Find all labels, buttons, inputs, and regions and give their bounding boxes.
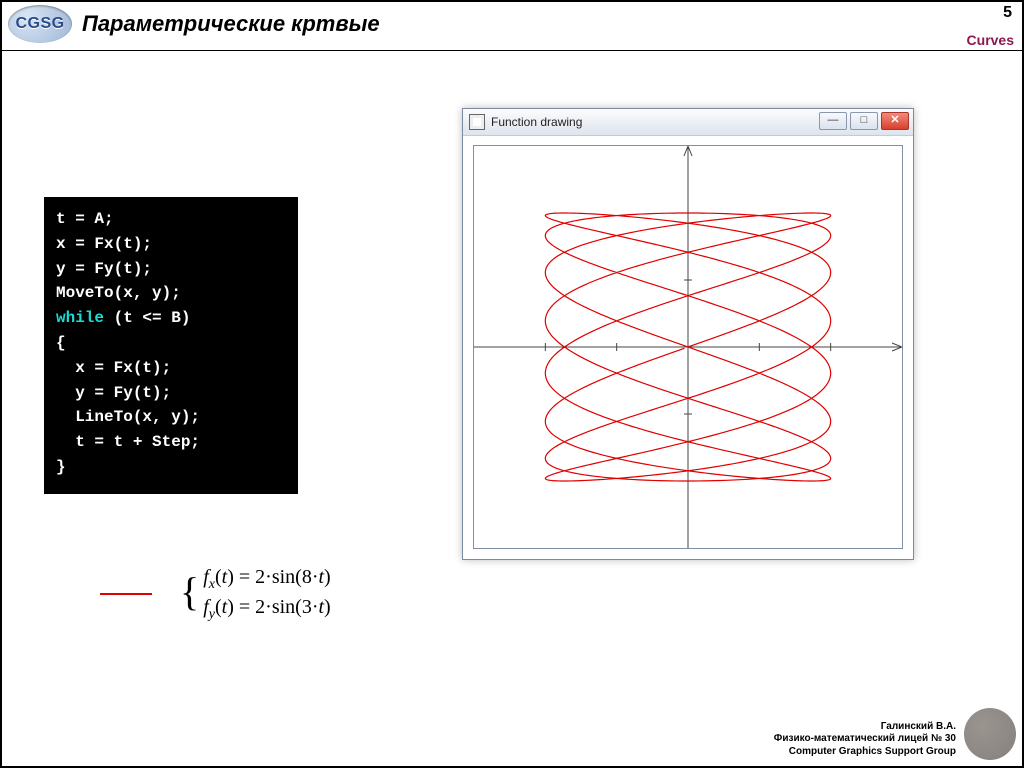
logo-cgsg: CGSG (8, 5, 72, 43)
plot-area (473, 145, 903, 549)
header: CGSG Параметрические кртвые 5 Curves (2, 2, 1022, 51)
formula-area: { fx(t) = 2·sin(8·t) fy(t) = 2·sin(3·t) (100, 564, 331, 624)
window-buttons: — □ ✕ (819, 112, 909, 130)
code-line: MoveTo(x, y); (56, 284, 181, 302)
page-number: 5 (1003, 4, 1012, 22)
close-button[interactable]: ✕ (881, 112, 909, 130)
page-title: Параметрические кртвые (82, 11, 380, 37)
equations: fx(t) = 2·sin(8·t) fy(t) = 2·sin(3·t) (203, 564, 331, 624)
footer-line: Галинский В.А. (774, 721, 956, 734)
code-line: y = Fy(t); (56, 260, 152, 278)
window-icon (469, 114, 485, 130)
window-titlebar[interactable]: Function drawing — □ ✕ (463, 109, 913, 136)
code-line: } (56, 458, 66, 476)
code-block: t = A; x = Fx(t); y = Fy(t); MoveTo(x, y… (44, 197, 298, 494)
legend-line (100, 593, 152, 595)
maximize-button[interactable]: □ (850, 112, 878, 130)
footer-line: Computer Graphics Support Group (774, 746, 956, 759)
plot-svg (474, 146, 902, 548)
code-line: x = Fx(t); (56, 359, 171, 377)
section-label: Curves (967, 32, 1014, 48)
code-line: (t <= B) (104, 309, 190, 327)
window-function-drawing: Function drawing — □ ✕ (462, 108, 914, 560)
code-keyword-while: while (56, 309, 104, 327)
code-line: x = Fx(t); (56, 235, 152, 253)
minimize-button[interactable]: — (819, 112, 847, 130)
code-line: { (56, 334, 66, 352)
code-line: y = Fy(t); (56, 384, 171, 402)
brace-icon: { (180, 572, 199, 612)
code-line: t = A; (56, 210, 114, 228)
window-title: Function drawing (491, 115, 582, 129)
slide: CGSG Параметрические кртвые 5 Curves t =… (0, 0, 1024, 768)
footer-logo (964, 708, 1016, 760)
footer: Галинский В.А. Физико-математический лиц… (774, 721, 956, 759)
code-line: t = t + Step; (56, 433, 200, 451)
footer-line: Физико-математический лицей № 30 (774, 733, 956, 746)
code-line: LineTo(x, y); (56, 408, 200, 426)
